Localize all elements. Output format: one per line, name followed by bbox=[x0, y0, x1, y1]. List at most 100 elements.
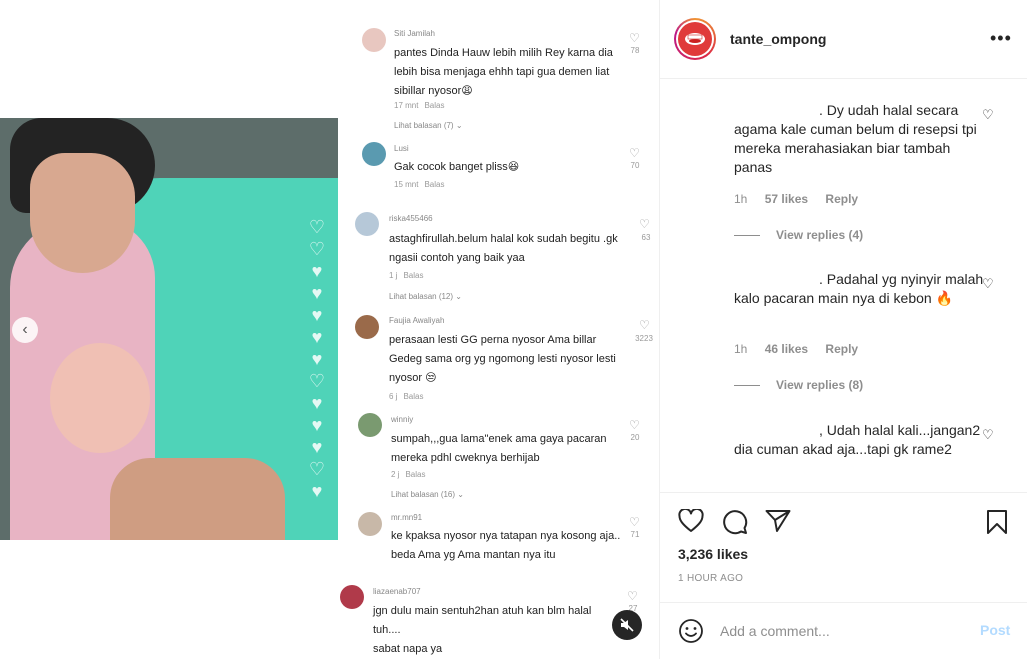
comment-text: Gak cocok banget pliss😆 bbox=[394, 161, 520, 173]
video-figure-arm bbox=[110, 458, 285, 540]
comment-likes[interactable]: 57 likes bbox=[765, 192, 808, 206]
emoji-smiley-icon[interactable] bbox=[678, 618, 704, 644]
comment-username: riska455466 bbox=[389, 214, 433, 223]
comment-username: Lusi bbox=[394, 144, 409, 153]
comment-text: . Padahal yg nyinyir malah kalo pacaran … bbox=[734, 271, 984, 306]
heart-icon: ♥ bbox=[311, 305, 323, 325]
comment-time: 1h bbox=[734, 342, 748, 356]
heart-count: 78 bbox=[630, 46, 640, 55]
redacted-username bbox=[734, 425, 819, 435]
see-replies: Lihat balasan (16) ⌄ bbox=[391, 490, 464, 499]
comment-meta: 6 j Balas bbox=[389, 392, 424, 401]
heart-icon: ♡ bbox=[629, 418, 640, 432]
comment-meta: 1h 57 likes Reply bbox=[734, 192, 872, 206]
comment-username: Siti Jamilah bbox=[394, 29, 435, 38]
heart-icon: ♥ bbox=[311, 437, 323, 457]
comment-meta: 17 mnt Balas bbox=[394, 101, 445, 110]
comment-text: astaghfirullah.belum halal kok sudah beg… bbox=[389, 233, 618, 264]
post-panel: tante_ompong ••• . Dy udah halal secara … bbox=[659, 0, 1027, 659]
comment-text: . Dy udah halal secara agama kale cuman … bbox=[734, 102, 977, 175]
likes-count[interactable]: 3,236 likes bbox=[678, 546, 748, 562]
post-button[interactable]: Post bbox=[980, 622, 1010, 638]
avatar bbox=[362, 142, 386, 166]
heart-count: 71 bbox=[630, 530, 640, 539]
comment-username: mr.mn91 bbox=[391, 513, 423, 522]
heart-icon: ♡ bbox=[639, 318, 650, 332]
heart-icon: ♥ bbox=[311, 327, 323, 347]
more-options-icon[interactable]: ••• bbox=[990, 28, 1012, 49]
comment-bubble-icon[interactable] bbox=[722, 509, 748, 535]
floating-hearts: ♡ ♡ ♥ ♥ ♥ ♥ ♥ ♡ ♥ ♥ ♥ ♡ ♥ bbox=[300, 216, 334, 516]
avatar bbox=[358, 512, 382, 536]
video-figure-face-2 bbox=[50, 343, 150, 453]
redacted-username bbox=[734, 105, 819, 115]
avatar bbox=[340, 585, 364, 609]
add-comment-bar: Post bbox=[660, 602, 1027, 659]
comment-text: , Udah halal kali...jangan2 dia cuman ak… bbox=[734, 422, 981, 457]
heart-icon: ♥ bbox=[311, 393, 323, 413]
share-paper-plane-icon[interactable] bbox=[765, 509, 791, 533]
profile-avatar[interactable] bbox=[674, 18, 716, 60]
comment-text: sumpah,,,gua lama"enek ama gaya pacaran … bbox=[391, 433, 607, 464]
heart-icon: ♡ bbox=[308, 217, 326, 237]
comment-meta: 15 mnt Balas bbox=[394, 180, 445, 189]
comment-username: liazaenab707 bbox=[373, 587, 421, 596]
comment-text: pantes Dinda Hauw lebih milih Rey karna … bbox=[394, 47, 613, 97]
comments-list[interactable]: . Dy udah halal secara agama kale cuman … bbox=[660, 80, 1027, 492]
heart-icon: ♥ bbox=[311, 481, 323, 501]
comment-meta: 1h 46 likes Reply bbox=[734, 342, 872, 356]
comment-text: jgn dulu main sentuh2han atuh kan blm ha… bbox=[373, 605, 592, 636]
comment-text: sabat napa ya bbox=[373, 643, 443, 655]
comment-input[interactable] bbox=[720, 620, 960, 642]
carousel-prev-button[interactable]: ‹ bbox=[12, 317, 38, 343]
like-heart-icon[interactable] bbox=[678, 509, 704, 533]
comment-time: 1h bbox=[734, 192, 748, 206]
avatar bbox=[358, 413, 382, 437]
heart-icon: ♥ bbox=[311, 261, 323, 281]
heart-icon: ♡ bbox=[629, 146, 640, 160]
save-bookmark-icon[interactable] bbox=[986, 509, 1008, 535]
heart-icon: ♥ bbox=[311, 283, 323, 303]
muted-speaker-icon bbox=[620, 618, 634, 632]
avatar bbox=[355, 315, 379, 339]
see-replies: Lihat balasan (7) ⌄ bbox=[394, 121, 463, 130]
heart-icon: ♡ bbox=[629, 515, 640, 529]
post-image: ♡ ♡ ♥ ♥ ♥ ♥ ♥ ♡ ♥ ♥ ♥ ♡ ♥ ‹ Siti Jamilah pantes … bbox=[0, 0, 659, 659]
heart-count: 70 bbox=[630, 161, 640, 170]
comment-meta: 1 j Balas bbox=[389, 271, 424, 280]
mute-button[interactable] bbox=[612, 610, 642, 640]
see-replies: Lihat balasan (12) ⌄ bbox=[389, 292, 462, 301]
reply-button[interactable]: Reply bbox=[825, 342, 858, 356]
heart-icon: ♡ bbox=[629, 31, 640, 45]
like-comment-icon[interactable]: ♡ bbox=[982, 276, 994, 292]
video-figure-face bbox=[30, 153, 135, 273]
avatar bbox=[362, 28, 386, 52]
username-link[interactable]: tante_ompong bbox=[730, 31, 826, 47]
heart-count: 20 bbox=[630, 433, 640, 442]
view-replies-button[interactable]: View replies (4) bbox=[734, 228, 863, 242]
comment-username: Faujia Awaliyah bbox=[389, 316, 445, 325]
comment-meta: 2 j Balas bbox=[391, 470, 426, 479]
heart-icon: ♥ bbox=[311, 415, 323, 435]
like-comment-icon[interactable]: ♡ bbox=[982, 107, 994, 123]
post-header: tante_ompong ••• bbox=[660, 0, 1027, 79]
comment-text: perasaan lesti GG perna nyosor Ama billa… bbox=[389, 334, 616, 384]
post-actions: 3,236 likes 1 HOUR AGO bbox=[660, 492, 1027, 602]
view-replies-button[interactable]: View replies (8) bbox=[734, 378, 863, 392]
comment-likes[interactable]: 46 likes bbox=[765, 342, 808, 356]
comment-username: winniy bbox=[391, 415, 414, 424]
post-timestamp[interactable]: 1 HOUR AGO bbox=[678, 573, 743, 584]
heart-icon: ♡ bbox=[308, 459, 326, 479]
reply-button[interactable]: Reply bbox=[825, 192, 858, 206]
avatar bbox=[355, 212, 379, 236]
like-comment-icon[interactable]: ♡ bbox=[982, 427, 994, 443]
heart-icon: ♥ bbox=[311, 349, 323, 369]
comment-text: ke kpaksa nyosor nya tatapan nya kosong … bbox=[391, 530, 621, 561]
heart-icon: ♡ bbox=[627, 589, 638, 603]
heart-icon: ♡ bbox=[308, 371, 326, 391]
heart-count: 63 bbox=[641, 233, 651, 242]
heart-icon: ♡ bbox=[308, 239, 326, 259]
video-frame: ♡ ♡ ♥ ♥ ♥ ♥ ♥ ♡ ♥ ♥ ♥ ♡ ♥ bbox=[0, 118, 338, 540]
mouth-logo-icon bbox=[685, 33, 705, 45]
chevron-left-icon: ‹ bbox=[22, 321, 28, 338]
